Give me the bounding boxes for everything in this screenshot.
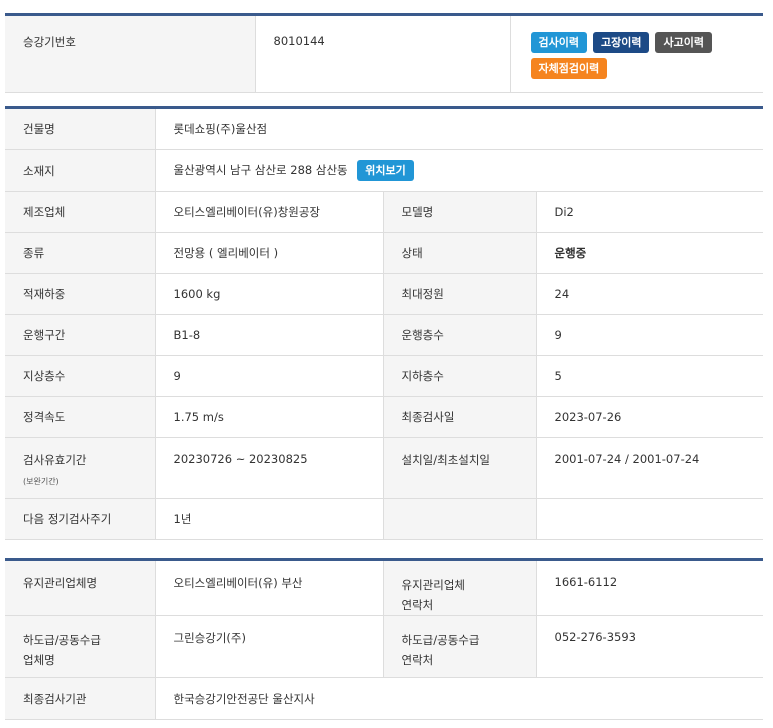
elevator-number-table: 승강기번호 8010144 검사이력 고장이력 사고이력 자체점검이력 <box>5 13 763 93</box>
install-date-value: 2001-07-24 / 2001-07-24 <box>535 437 763 499</box>
operating-section-value: B1-8 <box>154 314 383 356</box>
underground-floors-value: 5 <box>535 355 763 397</box>
self-check-history-button[interactable]: 자체점검이력 <box>530 58 608 79</box>
next-inspection-cycle-value: 1년 <box>154 498 383 540</box>
operating-floors-label: 운행층수 <box>382 314 536 356</box>
address-cell: 울산광역시 남구 삼산로 288 삼산동 위치보기 <box>154 149 763 192</box>
rated-speed-label: 정격속도 <box>5 396 155 438</box>
elevator-number-label: 승강기번호 <box>5 14 255 93</box>
next-inspection-cycle-row: 다음 정기검사주기 1년 <box>5 498 763 540</box>
subcontractor-value: 그린승강기(주) <box>154 615 383 678</box>
status-label: 상태 <box>382 232 536 274</box>
info-row: 정격속도 1.75 m/s 최종검사일 2023-07-26 <box>5 396 763 438</box>
subcontractor-label-line1: 하도급/공동수급 <box>23 633 101 647</box>
info-row: 지상층수 9 지하층수 5 <box>5 355 763 397</box>
max-capacity-value: 24 <box>535 273 763 315</box>
subcontractor-contact-value: 052-276-3593 <box>535 615 763 678</box>
fault-history-button[interactable]: 고장이력 <box>592 32 650 53</box>
supplement-period-label: (보완기간) <box>23 477 59 486</box>
maintenance-table: 유지관리업체명 오티스엘리베이터(유) 부산 유지관리업체 연락처 1661-6… <box>5 558 763 720</box>
inspection-validity-value: 20230726 ~ 20230825 <box>154 437 383 499</box>
info-row: 운행구간 B1-8 운행층수 9 <box>5 314 763 356</box>
maintenance-company-value: 오티스엘리베이터(유) 부산 <box>154 559 383 616</box>
maintenance-contact-value: 1661-6112 <box>535 559 763 616</box>
rated-speed-value: 1.75 m/s <box>154 396 383 438</box>
last-inspection-date-label: 최종검사일 <box>382 396 536 438</box>
install-date-label: 설치일/최초설치일 <box>382 437 536 499</box>
elevator-info-table: 건물명 롯데쇼핑(주)울산점 소재지 울산광역시 남구 삼산로 288 삼산동 … <box>5 106 763 540</box>
inspection-history-button[interactable]: 검사이력 <box>530 32 587 53</box>
address-row: 소재지 울산광역시 남구 삼산로 288 삼산동 위치보기 <box>5 149 763 192</box>
subcontractor-contact-label-line1: 하도급/공동수급 <box>401 633 480 647</box>
type-label: 종류 <box>5 232 155 274</box>
final-inspection-agency-row: 최종검사기관 한국승강기안전공단 울산지사 <box>5 677 763 720</box>
type-value: 전망용 ( 엘리베이터 ) <box>154 232 383 274</box>
info-row: 제조업체 오티스엘리베이터(유)창원공장 모델명 Di2 <box>5 191 763 233</box>
info-row: 검사유효기간 (보완기간) 20230726 ~ 20230825 설치일/최초… <box>5 437 763 499</box>
maintenance-contact-label-line1: 유지관리업체 <box>401 578 465 592</box>
status-value: 운행중 <box>535 232 763 274</box>
subcontractor-contact-label-line2: 연락처 <box>401 653 434 667</box>
info-row: 종류 전망용 ( 엘리베이터 ) 상태 운행중 <box>5 232 763 274</box>
maintenance-contact-label-line2: 연락처 <box>401 598 434 612</box>
manufacturer-label: 제조업체 <box>5 191 155 233</box>
last-inspection-date-value: 2023-07-26 <box>535 396 763 438</box>
model-value: Di2 <box>535 191 763 233</box>
subcontractor-contact-label-cell: 하도급/공동수급 연락처 <box>382 615 536 678</box>
elevator-number-row: 승강기번호 8010144 검사이력 고장이력 사고이력 자체점검이력 <box>5 14 763 93</box>
final-inspection-agency-value: 한국승강기안전공단 울산지사 <box>154 677 763 720</box>
empty-value-cell <box>535 498 763 540</box>
building-value: 롯데쇼핑(주)울산점 <box>154 107 763 150</box>
subcontractor-row: 하도급/공동수급 업체명 그린승강기(주) 하도급/공동수급 연락처 052-2… <box>5 615 763 678</box>
above-ground-floors-value: 9 <box>154 355 383 397</box>
above-ground-floors-label: 지상층수 <box>5 355 155 397</box>
inspection-validity-label: 검사유효기간 <box>23 453 87 467</box>
load-capacity-label: 적재하중 <box>5 273 155 315</box>
model-label: 모델명 <box>382 191 536 233</box>
subcontractor-label-cell: 하도급/공동수급 업체명 <box>5 615 155 678</box>
manufacturer-value: 오티스엘리베이터(유)창원공장 <box>154 191 383 233</box>
building-row: 건물명 롯데쇼핑(주)울산점 <box>5 107 763 150</box>
final-inspection-agency-label: 최종검사기관 <box>5 677 155 720</box>
info-row: 적재하중 1600 kg 최대정원 24 <box>5 273 763 315</box>
address-label: 소재지 <box>5 149 155 192</box>
load-capacity-value: 1600 kg <box>154 273 383 315</box>
view-location-button[interactable]: 위치보기 <box>357 160 414 181</box>
address-value: 울산광역시 남구 삼산로 288 삼산동 <box>173 163 348 177</box>
building-label: 건물명 <box>5 107 155 150</box>
maintenance-company-label: 유지관리업체명 <box>5 559 155 616</box>
accident-history-button[interactable]: 사고이력 <box>655 32 712 53</box>
next-inspection-cycle-label: 다음 정기검사주기 <box>5 498 155 540</box>
history-buttons-cell: 검사이력 고장이력 사고이력 자체점검이력 <box>509 14 763 93</box>
underground-floors-label: 지하층수 <box>382 355 536 397</box>
elevator-number-value: 8010144 <box>254 14 510 93</box>
subcontractor-label-line2: 업체명 <box>23 653 55 667</box>
operating-floors-value: 9 <box>535 314 763 356</box>
max-capacity-label: 최대정원 <box>382 273 536 315</box>
maintenance-company-row: 유지관리업체명 오티스엘리베이터(유) 부산 유지관리업체 연락처 1661-6… <box>5 559 763 616</box>
inspection-validity-label-cell: 검사유효기간 (보완기간) <box>5 437 155 499</box>
operating-section-label: 운행구간 <box>5 314 155 356</box>
maintenance-contact-label-cell: 유지관리업체 연락처 <box>382 559 536 616</box>
empty-label-cell <box>382 498 536 540</box>
